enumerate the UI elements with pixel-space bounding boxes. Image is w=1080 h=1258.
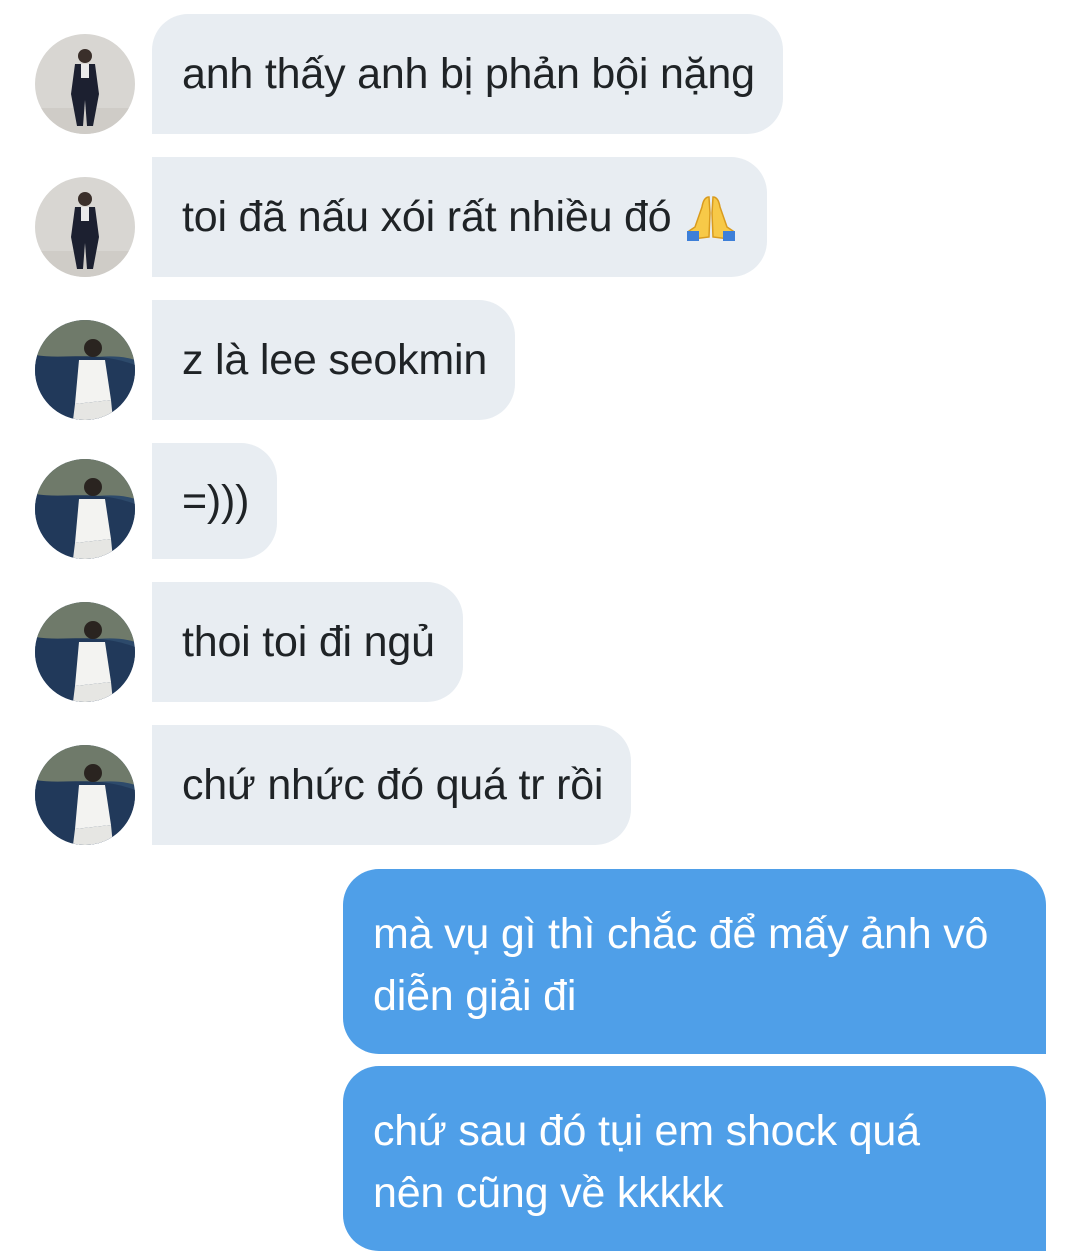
message-row: =))) bbox=[0, 443, 1080, 559]
outgoing-message-bubble[interactable]: chứ sau đó tụi em shock quá nên cũng về … bbox=[343, 1066, 1046, 1251]
message-text: z là lee seokmin bbox=[182, 335, 488, 384]
message-row: z là lee seokmin bbox=[0, 300, 1080, 420]
message-row: anh thấy anh bị phản bội nặng bbox=[0, 14, 1080, 134]
message-row: toi đã nấu xói rất nhiều đó bbox=[0, 157, 1080, 277]
message-text-line: nên cũng về kkkkk bbox=[373, 1169, 724, 1217]
message-text: anh thấy anh bị phản bội nặng bbox=[182, 49, 755, 98]
folded-hands-emoji-icon bbox=[683, 193, 739, 241]
incoming-message-bubble[interactable]: anh thấy anh bị phản bội nặng bbox=[152, 14, 783, 134]
message-text: chứ nhức đó quá tr rồi bbox=[182, 760, 604, 809]
message-row: chứ nhức đó quá tr rồi bbox=[0, 725, 1080, 845]
message-text: thoi toi đi ngủ bbox=[182, 617, 435, 666]
message-text: toi đã nấu xói rất nhiều đó bbox=[182, 192, 672, 241]
incoming-message-bubble[interactable]: z là lee seokmin bbox=[152, 300, 516, 420]
avatar[interactable] bbox=[35, 320, 135, 420]
incoming-message-bubble[interactable]: =))) bbox=[152, 443, 278, 559]
outgoing-message-bubble[interactable]: mà vụ gì thì chắc để mấy ảnh vô diễn giả… bbox=[343, 869, 1046, 1054]
incoming-message-bubble[interactable]: toi đã nấu xói rất nhiều đó bbox=[152, 157, 768, 277]
message-row: thoi toi đi ngủ bbox=[0, 582, 1080, 702]
message-text: =))) bbox=[182, 476, 250, 525]
message-text-line: diễn giải đi bbox=[373, 972, 577, 1020]
avatar[interactable] bbox=[35, 34, 135, 134]
avatar[interactable] bbox=[35, 602, 135, 702]
avatar[interactable] bbox=[35, 459, 135, 559]
avatar[interactable] bbox=[35, 177, 135, 277]
avatar[interactable] bbox=[35, 745, 135, 845]
incoming-message-bubble[interactable]: thoi toi đi ngủ bbox=[152, 582, 463, 702]
message-text-line: mà vụ gì thì chắc để mấy ảnh vô bbox=[373, 910, 989, 958]
message-text-line: chứ sau đó tụi em shock quá bbox=[373, 1107, 920, 1155]
incoming-message-bubble[interactable]: chứ nhức đó quá tr rồi bbox=[152, 725, 632, 845]
